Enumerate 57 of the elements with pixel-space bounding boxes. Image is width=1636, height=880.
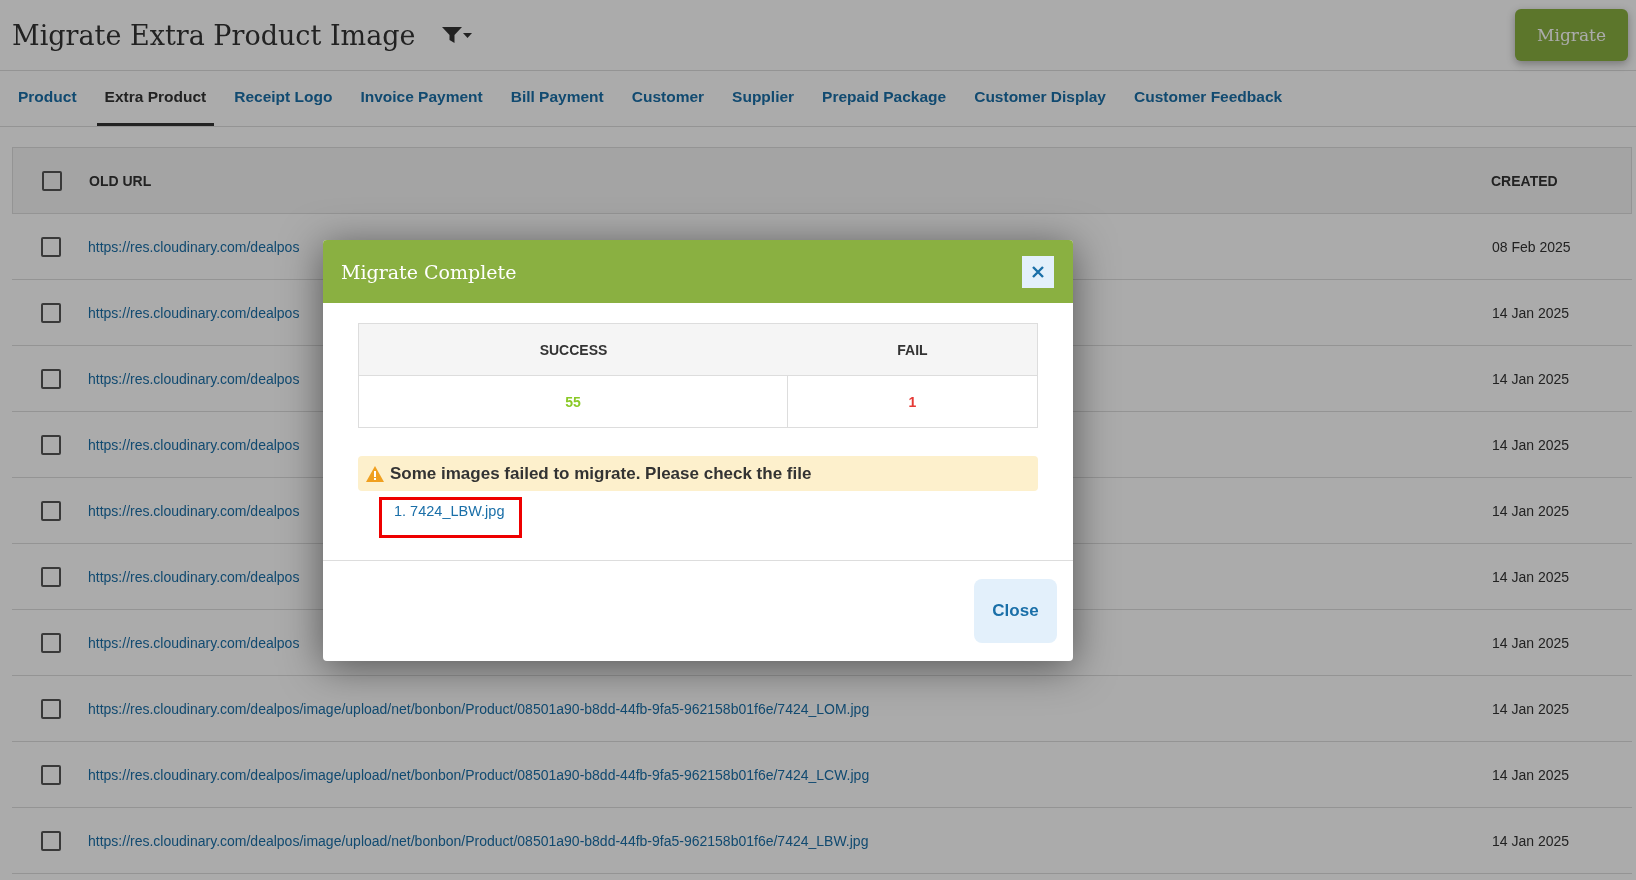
url-link[interactable]: https://res.cloudinary.com/dealpos bbox=[88, 370, 300, 387]
success-count: 55 bbox=[565, 393, 581, 410]
row-checkbox[interactable] bbox=[41, 764, 61, 785]
row-checkbox[interactable] bbox=[41, 500, 61, 521]
column-header: CREATED bbox=[1491, 172, 1559, 189]
page-title: Migrate Extra Product Image bbox=[12, 19, 416, 51]
tab[interactable]: Customer Display bbox=[966, 71, 1114, 126]
created-date: 14 Jan 2025 bbox=[1492, 766, 1571, 783]
tab[interactable]: Prepaid Package bbox=[814, 71, 955, 126]
tab[interactable]: Bill Payment bbox=[502, 71, 612, 126]
close-button[interactable]: Close bbox=[974, 579, 1057, 643]
row-checkbox[interactable] bbox=[41, 302, 61, 323]
column-header: SUCCESS bbox=[539, 341, 608, 358]
column-header: OLD URL bbox=[89, 172, 153, 189]
created-date: 14 Jan 2025 bbox=[1492, 502, 1571, 519]
url-link[interactable]: https://res.cloudinary.com/dealpos/image/upload/net/bonbon/Product/08501a90-b8dd-44fb-9fa5-962158b01f6e/7424_LCW.jpg bbox=[88, 766, 870, 783]
url-link[interactable]: https://res.cloudinary.com/dealpos bbox=[88, 568, 300, 585]
created-date: 14 Jan 2025 bbox=[1492, 634, 1571, 651]
migrate-button[interactable]: Migrate bbox=[1515, 9, 1628, 61]
url-link[interactable]: https://res.cloudinary.com/dealpos bbox=[88, 238, 300, 255]
failed-file-link[interactable]: 1. 7424_LBW.jpg bbox=[394, 503, 505, 519]
url-link[interactable]: https://res.cloudinary.com/dealpos bbox=[88, 436, 300, 453]
url-link[interactable]: https://res.cloudinary.com/dealpos/image/upload/net/bonbon/Product/08501a90-b8dd-44fb-9fa5-962158b01f6e/7424_LOM.jpg bbox=[88, 700, 870, 717]
url-link[interactable]: https://res.cloudinary.com/dealpos bbox=[88, 502, 300, 519]
created-date: 14 Jan 2025 bbox=[1492, 832, 1571, 849]
dialog-title: Migrate Complete bbox=[341, 260, 517, 283]
tab[interactable]: Product bbox=[10, 71, 85, 126]
warning-text: Some images failed to migrate. Please check the file bbox=[390, 463, 812, 484]
fail-count: 1 bbox=[908, 393, 917, 410]
filter-icon[interactable] bbox=[441, 26, 472, 44]
tab[interactable]: Receipt Logo bbox=[226, 71, 341, 126]
row-checkbox[interactable] bbox=[41, 698, 61, 719]
tab[interactable]: Customer Feedback bbox=[1126, 71, 1291, 126]
select-all-checkbox[interactable] bbox=[42, 170, 62, 191]
created-date: 14 Jan 2025 bbox=[1492, 700, 1571, 717]
created-date: 14 Jan 2025 bbox=[1492, 568, 1571, 585]
row-checkbox[interactable] bbox=[41, 632, 61, 653]
close-icon bbox=[1031, 264, 1045, 279]
url-link[interactable]: https://res.cloudinary.com/dealpos bbox=[88, 634, 300, 651]
tab[interactable]: Supplier bbox=[724, 71, 803, 126]
created-date: 14 Jan 2025 bbox=[1492, 436, 1571, 453]
tab[interactable]: Extra Product bbox=[96, 71, 215, 126]
row-checkbox[interactable] bbox=[41, 434, 61, 455]
created-date: 14 Jan 2025 bbox=[1492, 304, 1571, 321]
created-date: 08 Feb 2025 bbox=[1492, 238, 1572, 255]
warning-icon bbox=[366, 465, 384, 482]
column-header: FAIL bbox=[897, 341, 928, 358]
close-button[interactable] bbox=[1022, 255, 1054, 288]
row-checkbox[interactable] bbox=[41, 830, 61, 851]
created-date: 14 Jan 2025 bbox=[1492, 370, 1571, 387]
row-checkbox[interactable] bbox=[41, 236, 61, 257]
tab[interactable]: Customer bbox=[623, 71, 713, 126]
tab[interactable]: Invoice Payment bbox=[352, 71, 491, 126]
row-checkbox[interactable] bbox=[41, 566, 61, 587]
url-link[interactable]: https://res.cloudinary.com/dealpos/image/upload/net/bonbon/Product/08501a90-b8dd-44fb-9fa5-962158b01f6e/7424_LBW.jpg bbox=[88, 832, 869, 849]
row-checkbox[interactable] bbox=[41, 368, 61, 389]
url-link[interactable]: https://res.cloudinary.com/dealpos bbox=[88, 304, 300, 321]
